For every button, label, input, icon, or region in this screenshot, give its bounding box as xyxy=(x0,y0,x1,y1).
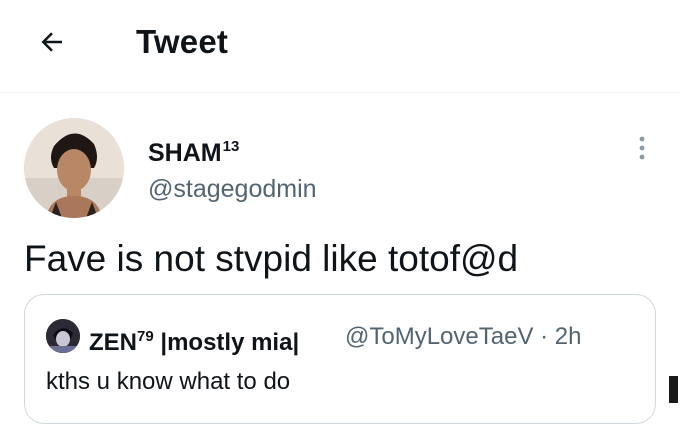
more-vertical-icon xyxy=(639,136,645,160)
arrow-left-icon xyxy=(41,32,62,52)
quoted-handle-time: @ToMyLoveTaeV · 2h xyxy=(345,323,582,350)
tweet-header: Tweet xyxy=(0,0,680,93)
author-display-name[interactable]: SHAM13 xyxy=(148,132,239,168)
page-title: Tweet xyxy=(136,23,229,60)
quoted-text: kths u know what to do xyxy=(46,368,291,395)
quoted-tweet[interactable]: ZEN79 |mostly mia| @ToMyLoveTaeV · 2h kt… xyxy=(24,294,656,424)
quoted-display-name: ZEN79 |mostly mia| xyxy=(89,328,300,356)
back-button[interactable] xyxy=(30,22,74,62)
quoted-name-superscript: 79 xyxy=(137,328,154,345)
scrollbar-thumb[interactable] xyxy=(669,376,678,403)
tweet-text: Fave is not stvpid like totof@d xyxy=(24,238,519,279)
quoted-avatar xyxy=(46,319,80,353)
more-options-button[interactable] xyxy=(628,130,656,166)
author-handle[interactable]: @stagegodmin xyxy=(148,174,317,204)
avatar[interactable] xyxy=(24,118,124,218)
display-name-superscript: 13 xyxy=(222,138,240,155)
